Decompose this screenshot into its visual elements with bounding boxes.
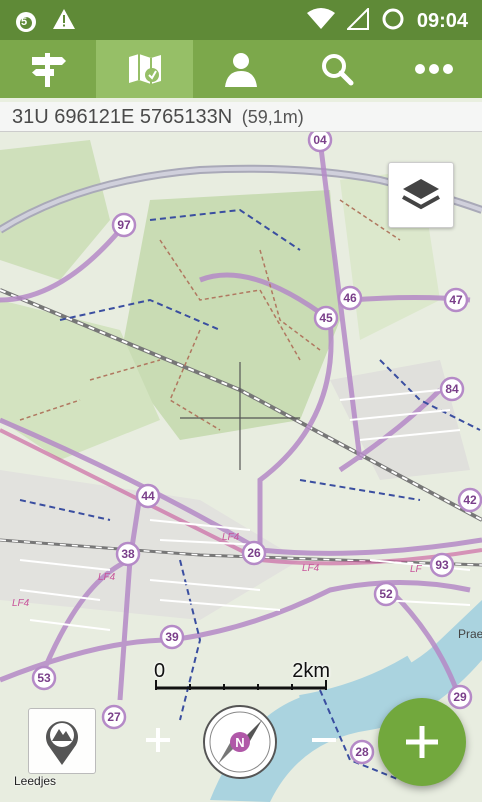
svg-text:27: 27 <box>107 710 121 724</box>
main-toolbar <box>0 40 482 98</box>
compass-letter: N <box>235 735 244 750</box>
svg-text:84: 84 <box>445 382 459 396</box>
layers-button[interactable] <box>388 162 454 228</box>
search-icon <box>322 54 354 86</box>
zoom-out-button[interactable] <box>304 720 344 760</box>
add-button[interactable] <box>378 698 466 786</box>
svg-text:93: 93 <box>435 558 449 572</box>
svg-text:47: 47 <box>449 293 463 307</box>
route-marker: 52 <box>373 581 399 607</box>
tab-profile[interactable] <box>193 40 289 98</box>
svg-text:53: 53 <box>37 671 51 685</box>
svg-text:28: 28 <box>355 745 369 759</box>
route-marker: 04 <box>307 132 333 153</box>
tab-search[interactable] <box>289 40 385 98</box>
zoom-in-button[interactable] <box>138 720 178 760</box>
route-marker: 26 <box>241 540 267 566</box>
trail-label: LF4 <box>98 572 116 583</box>
wifi-icon <box>306 8 335 35</box>
svg-text:46: 46 <box>343 291 357 305</box>
battery-icon <box>381 7 405 36</box>
layers-icon <box>402 179 440 210</box>
signpost-icon <box>32 53 67 87</box>
route-marker: 93 <box>429 552 455 578</box>
more-icon <box>414 64 453 74</box>
route-marker: 28 <box>349 739 375 765</box>
place-label: Prae <box>458 627 482 641</box>
location-pin-button[interactable] <box>28 708 96 774</box>
svg-text:44: 44 <box>141 489 155 503</box>
warning-icon <box>52 8 76 35</box>
svg-text:39: 39 <box>165 630 179 644</box>
route-marker: 38 <box>115 541 141 567</box>
minus-icon <box>312 738 336 742</box>
tab-more[interactable] <box>386 40 482 98</box>
utm-coordinates: 31U 696121E 5765133N <box>12 106 233 128</box>
svg-text:52: 52 <box>379 587 393 601</box>
route-marker: 46 <box>337 285 363 311</box>
scale-bar <box>155 680 327 690</box>
svg-text:45: 45 <box>319 311 333 325</box>
tab-route-planner[interactable] <box>0 40 96 98</box>
coordinate-bar: 31U 696121E 5765133N (59,1m) <box>0 102 482 132</box>
map-scale: 0 2km <box>154 660 330 700</box>
route-marker: 42 <box>457 487 482 513</box>
tab-map[interactable] <box>96 40 193 98</box>
svg-text:04: 04 <box>313 133 327 147</box>
route-marker: 97 <box>111 212 137 238</box>
elevation-value: (59,1m) <box>241 107 304 127</box>
trail-label: LF <box>410 564 423 575</box>
plus-icon <box>406 726 438 758</box>
trail-label: LF4 <box>302 563 320 574</box>
svg-text:26: 26 <box>247 546 261 560</box>
route-marker: 53 <box>31 665 57 691</box>
svg-text:29: 29 <box>453 690 467 704</box>
svg-text:97: 97 <box>117 218 131 232</box>
route-marker: 29 <box>447 684 473 710</box>
clock: 09:04 <box>416 10 468 32</box>
notification-icon: 5 <box>14 10 38 34</box>
route-marker: 47 <box>443 287 469 313</box>
plus-icon <box>146 728 170 752</box>
compass-button[interactable]: N <box>202 704 278 780</box>
trail-label: LF4 <box>222 532 240 543</box>
route-marker: 45 <box>313 305 339 331</box>
route-marker: 44 <box>135 483 161 509</box>
route-marker: 84 <box>439 376 465 402</box>
status-bar: 5 09:04 <box>0 0 482 40</box>
person-icon <box>225 53 258 87</box>
notification-badge: 5 <box>21 15 28 28</box>
pin-label: Leedjes <box>14 774 57 788</box>
route-marker: 39 <box>159 624 185 650</box>
map-icon <box>128 54 161 84</box>
mountain-pin-icon <box>46 721 78 765</box>
svg-text:38: 38 <box>121 547 135 561</box>
route-marker: 27 <box>101 704 127 730</box>
trail-label: LF4 <box>12 598 30 609</box>
signal-icon <box>345 6 369 35</box>
svg-text:42: 42 <box>463 493 477 507</box>
compass-icon: N <box>203 705 277 779</box>
